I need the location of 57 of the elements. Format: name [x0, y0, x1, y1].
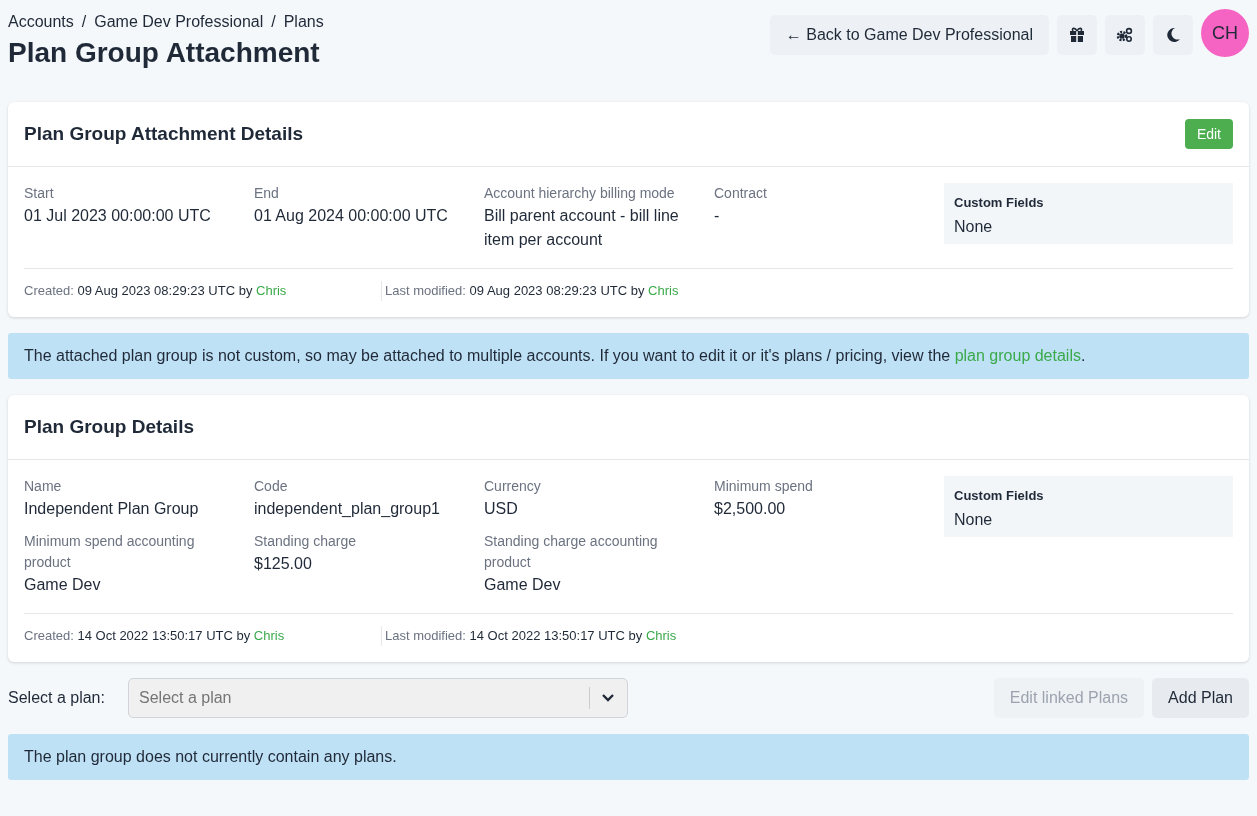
field-value: 01 Aug 2024 00:00:00 UTC	[254, 206, 449, 226]
user-avatar[interactable]: CH	[1201, 9, 1249, 57]
info-text: The attached plan group is not custom, so may be attached to multiple accounts. If you want to edit it or it's plans / pricing, view the plan group details.	[24, 347, 1086, 364]
user-link[interactable]: Chris	[256, 283, 287, 298]
breadcrumb-separator: /	[271, 13, 276, 31]
field-value: Game Dev	[484, 575, 562, 595]
custom-fields-title: Custom Fields	[954, 195, 1045, 210]
audit-text: Last modified: 09 Aug 2023 08:29:23 UTC by Chris	[385, 283, 679, 298]
card-title: Plan Group Attachment Details	[24, 123, 304, 145]
field-label: Currency	[484, 477, 542, 496]
field-value: independent_plan_group1	[254, 499, 441, 519]
select-label: Select a plan:	[8, 689, 106, 707]
user-link[interactable]: Chris	[645, 628, 677, 643]
empty-text: The plan group does not currently contain any plans.	[24, 748, 397, 765]
plan-group-details-link[interactable]: plan group details	[954, 347, 1081, 364]
moon-icon	[1165, 27, 1181, 43]
field-label: Name	[24, 477, 63, 496]
dark-mode-button[interactable]	[1153, 15, 1193, 55]
field-value: $125.00	[254, 554, 313, 574]
field-label: Standing charge accounting product	[484, 532, 659, 572]
settings-button[interactable]	[1105, 15, 1145, 55]
breadcrumb-link[interactable]: Game Dev Professional	[94, 13, 264, 31]
field-label: Minimum spend accounting product	[24, 532, 196, 572]
custom-fields-value: None	[954, 218, 994, 236]
field-value: USD	[484, 499, 519, 519]
field-label: Standing charge	[254, 532, 357, 551]
back-button[interactable]: ← Back to Game Dev Professional	[769, 15, 1049, 55]
field-label: Code	[254, 477, 289, 496]
breadcrumb-link[interactable]: Accounts	[8, 13, 74, 31]
gears-icon	[1116, 27, 1134, 43]
audit-text: Last modified: 14 Oct 2022 13:50:17 UTC by Chris	[385, 628, 677, 643]
page-title: Plan Group Attachment	[8, 37, 321, 69]
field-value: -	[714, 206, 721, 226]
card-title: Plan Group Details	[24, 416, 194, 438]
field-value: 01 Jul 2023 00:00:00 UTC	[24, 206, 212, 226]
chevron-down-icon	[601, 693, 615, 703]
plan-button[interactable]: Add Plan	[1152, 678, 1249, 718]
field-value: Bill parent account - bill line item per account	[484, 206, 680, 250]
audit-text: Created: 09 Aug 2023 08:29:23 UTC by Chris	[24, 283, 287, 298]
field-label: Contract	[714, 184, 768, 203]
user-link[interactable]: Chris	[648, 283, 679, 298]
audit-text: Created: 14 Oct 2022 13:50:17 UTC by Chris	[24, 628, 285, 643]
gift-icon	[1069, 27, 1085, 43]
field-value: $2,500.00	[714, 499, 787, 519]
field-label: End	[254, 184, 280, 203]
edit-button[interactable]: Edit	[1184, 119, 1233, 149]
gift-button[interactable]	[1057, 15, 1097, 55]
custom-fields-value: None	[954, 511, 994, 529]
field-label: Minimum spend	[714, 477, 814, 496]
user-link[interactable]: Chris	[253, 628, 285, 643]
field-value: Independent Plan Group	[24, 499, 200, 519]
breadcrumb-link[interactable]: Plans	[283, 13, 324, 31]
breadcrumb-separator: /	[81, 13, 87, 31]
field-label: Account hierarchy billing mode	[484, 184, 676, 203]
custom-fields-title: Custom Fields	[954, 488, 1045, 503]
field-label: Start	[24, 184, 55, 203]
field-value: Game Dev	[24, 575, 102, 595]
